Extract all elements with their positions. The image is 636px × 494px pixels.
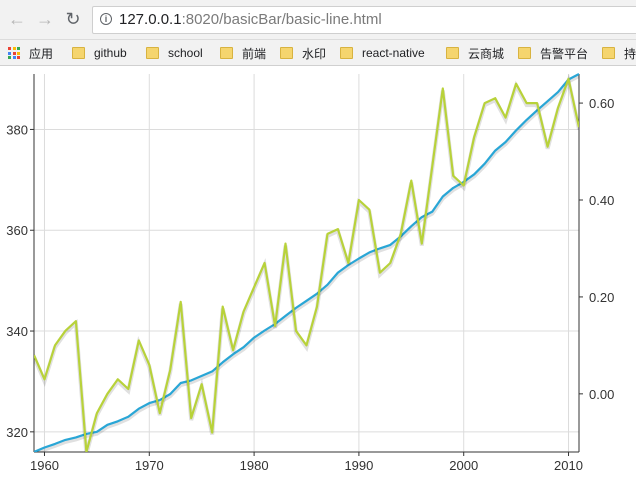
address-host: 127.0.0.1	[119, 11, 182, 28]
apps-grid-icon	[8, 47, 20, 59]
series-lines	[34, 73, 579, 452]
series-shadow-1	[34, 73, 579, 452]
series-group-1	[34, 73, 579, 452]
right-axis-series-line	[34, 77, 579, 452]
bookmark-label: react-native	[362, 46, 425, 60]
folder-icon	[72, 47, 85, 59]
folder-icon	[220, 47, 233, 59]
left-tick-label: 380	[6, 122, 28, 137]
x-tick-label: 1960	[30, 458, 59, 473]
bookmark-label: school	[168, 46, 203, 60]
bookmark-school[interactable]: school	[146, 44, 203, 62]
bookmark-github[interactable]: github	[72, 44, 127, 62]
left-tick-label: 340	[6, 324, 28, 339]
x-tick-label: 1980	[240, 458, 269, 473]
bookmark-truncated[interactable]: 持	[602, 44, 636, 62]
bookmark-watermark[interactable]: 水印	[280, 44, 326, 62]
bookmark-apps[interactable]: 应用	[8, 44, 53, 62]
bookmarks-bar: 应用 github school 前端 水印 react-native 云商城 …	[0, 40, 636, 66]
bookmark-label: 应用	[29, 46, 54, 61]
left-axis-series-line	[34, 73, 579, 452]
reload-icon[interactable]: ↻	[62, 8, 84, 30]
x-tick-label: 2000	[449, 458, 478, 473]
x-tick-label: 1990	[344, 458, 373, 473]
bookmark-label: 云商城	[468, 46, 505, 61]
series-group-0	[34, 73, 579, 452]
bookmark-frontend[interactable]: 前端	[220, 44, 266, 62]
line-chart: 1960 1970 1980 1990 2000 2010 320 340 360 380 0.00…	[6, 73, 614, 473]
bookmark-cloud-mall[interactable]: 云商城	[446, 44, 504, 62]
right-tick-label: 0.40	[589, 193, 614, 208]
folder-icon	[146, 47, 159, 59]
right-tick-label: 0.20	[589, 290, 614, 305]
browser-toolbar: ← → ↻ i 127.0.0.1:8020/basicBar/basic-li…	[0, 0, 636, 40]
folder-icon	[602, 47, 615, 59]
series-shadow-0	[34, 74, 579, 452]
bookmark-label: 水印	[302, 46, 327, 61]
site-info-icon[interactable]: i	[100, 13, 112, 25]
right-tick-label: 0.60	[589, 96, 614, 111]
folder-icon	[280, 47, 293, 59]
x-tick-label: 1970	[135, 458, 164, 473]
left-tick-label: 320	[6, 425, 28, 440]
chart-container: 1960 1970 1980 1990 2000 2010 320 340 360 380 0.00…	[0, 66, 636, 489]
bookmark-react-native[interactable]: react-native	[340, 44, 425, 62]
folder-icon	[446, 47, 459, 59]
bookmark-label: 告警平台	[540, 46, 589, 61]
bookmark-alarm-platform[interactable]: 告警平台	[518, 44, 588, 62]
right-tick-label: 0.00	[589, 387, 614, 402]
bookmark-label: 前端	[242, 46, 267, 61]
grid-lines	[34, 74, 579, 452]
bookmark-label: 持	[624, 46, 636, 61]
folder-icon	[518, 47, 531, 59]
address-bar[interactable]: i 127.0.0.1:8020/basicBar/basic-line.htm…	[92, 6, 636, 34]
folder-icon	[340, 47, 353, 59]
bookmark-label: github	[94, 46, 127, 60]
left-tick-label: 360	[6, 223, 28, 238]
axes	[30, 74, 583, 456]
forward-arrow-icon[interactable]: →	[34, 8, 56, 30]
back-arrow-icon[interactable]: ←	[6, 8, 28, 30]
address-path: :8020/basicBar/basic-line.html	[181, 11, 382, 28]
x-tick-label: 2010	[554, 458, 583, 473]
